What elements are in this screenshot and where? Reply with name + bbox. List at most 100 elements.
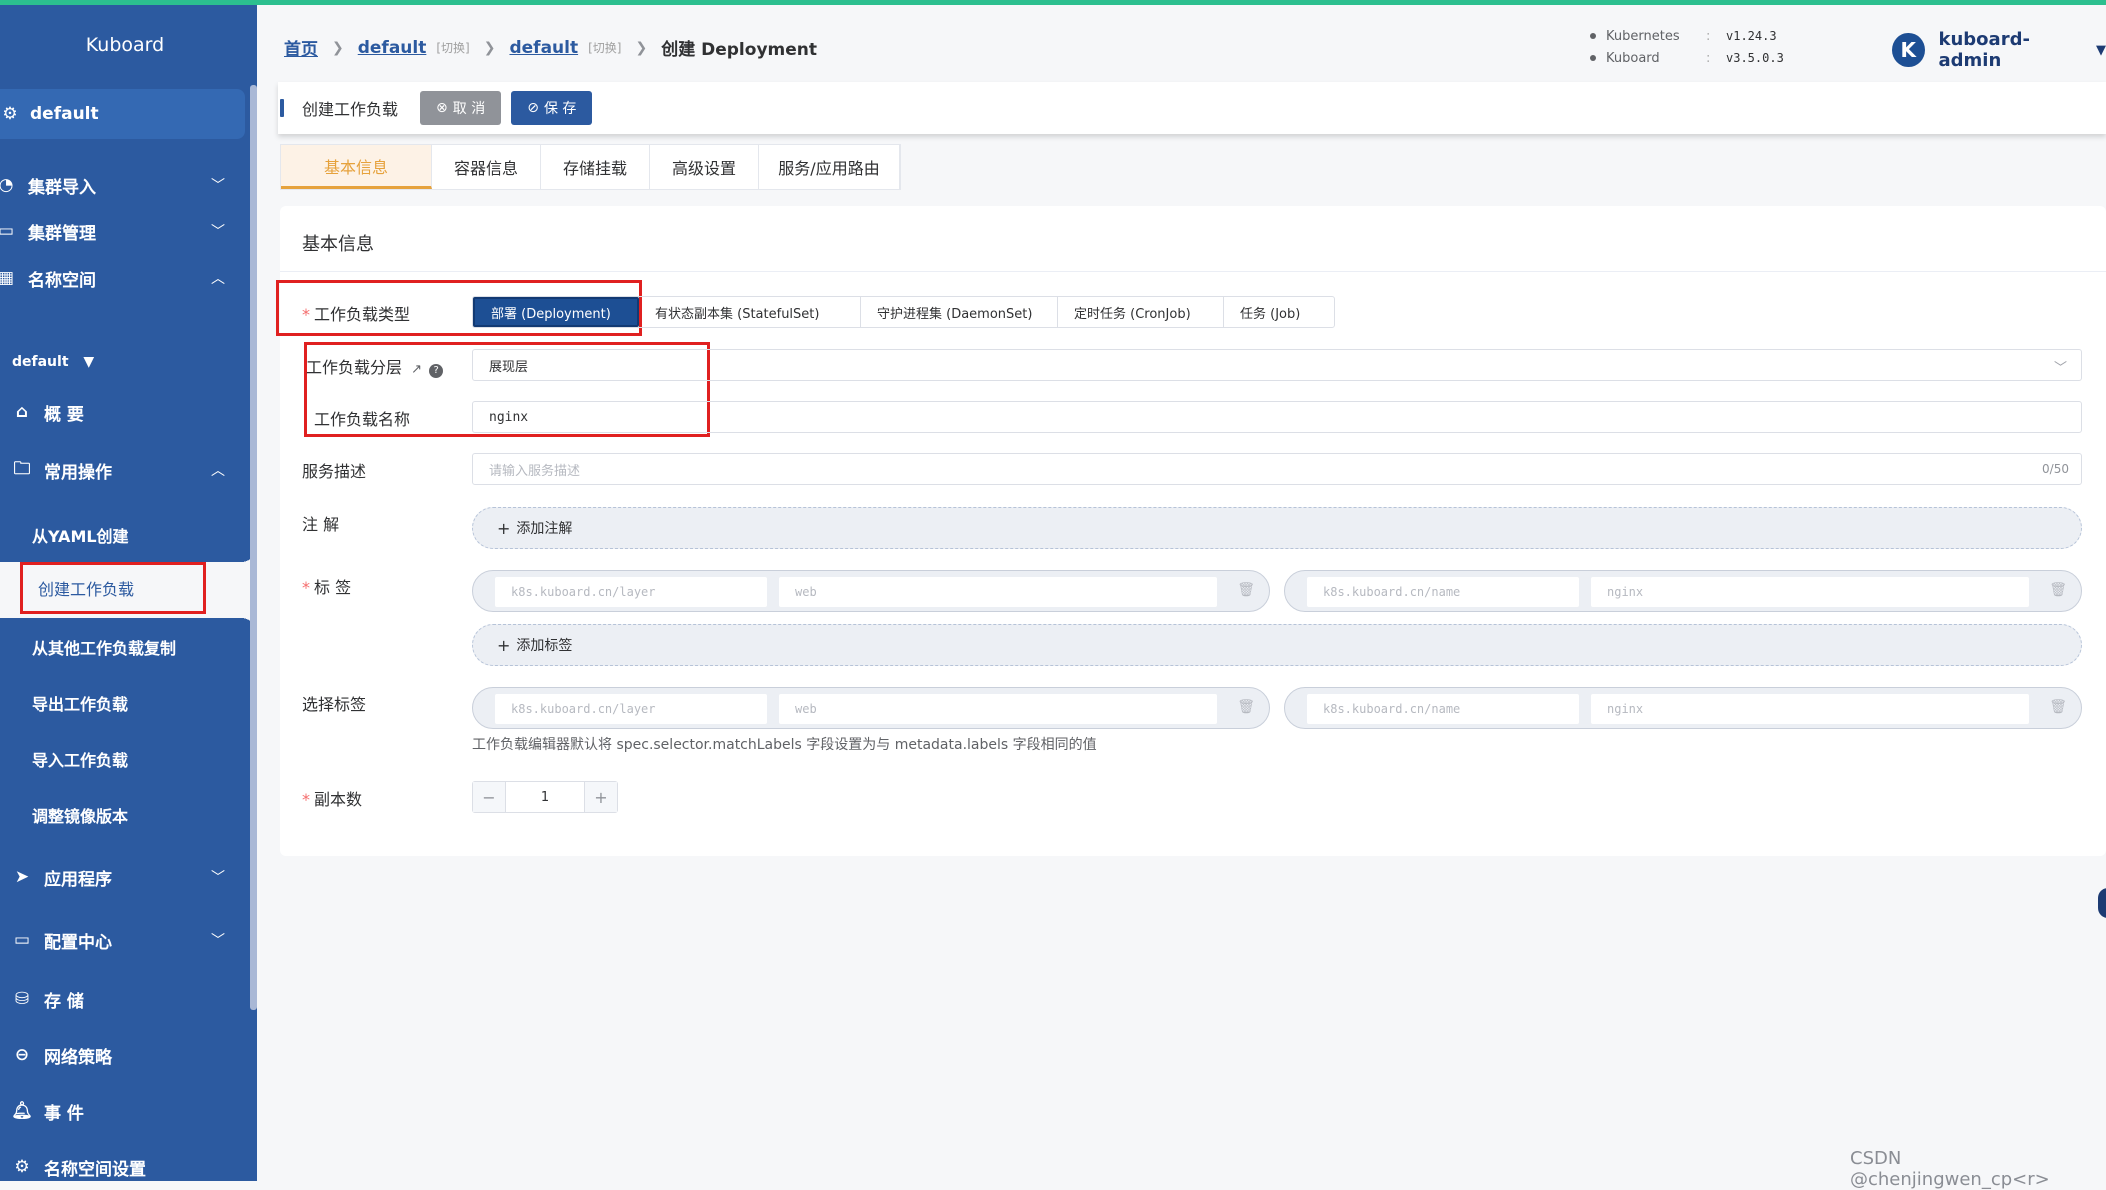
chevron-down-icon: ﹀ (211, 870, 225, 886)
trash-icon[interactable]: 🗑︎ (2049, 582, 2067, 598)
sidebar-sub-from-yaml[interactable]: 从YAML创建 (32, 515, 129, 555)
replicas-label: * 副本数 (302, 786, 362, 810)
tab-container-info[interactable]: 容器信息 (432, 145, 541, 189)
trash-icon[interactable]: 🗑︎ (2049, 699, 2067, 715)
sidebar-sub-adjust-image[interactable]: 调整镜像版本 (32, 795, 128, 835)
breadcrumb-cluster[interactable]: default (358, 38, 427, 58)
breadcrumb-current: 创建 Deployment (661, 40, 817, 60)
basic-info-card: 基本信息 * 工作负载类型 部署 (Deployment) 有状态副本集 (Sta… (276, 206, 2106, 856)
sidebar-scrollbar[interactable] (250, 85, 257, 1010)
watermark: CSDN @chenjingwen_cp<r> (1850, 1148, 2050, 1190)
external-link-icon[interactable]: ↗ (411, 362, 422, 377)
add-label-button[interactable]: + 添加标签 (472, 624, 2082, 666)
name-label: 工作负载名称 (314, 410, 411, 429)
workload-type-job[interactable]: 任务 (Job) (1224, 297, 1334, 327)
avatar: K (1892, 33, 1925, 67)
label-text: 标 签 (314, 578, 352, 597)
trash-icon[interactable]: 🗑︎ (1237, 699, 1255, 715)
sidebar-item-label: 存 储 (44, 991, 84, 1012)
tab-basic-info[interactable]: 基本信息 (281, 145, 432, 189)
version-colon: : (1706, 28, 1711, 44)
sidebar-cluster-label: default (30, 104, 99, 124)
label-text: 工作负载分层 (306, 358, 403, 377)
workload-name-input[interactable]: nginx (472, 401, 2082, 433)
tab-service-route[interactable]: 服务/应用路由 (759, 145, 900, 189)
description-label: 服务描述 (302, 462, 367, 481)
sidebar-item-net-policy[interactable]: ⊖ 网络策略 (0, 1031, 250, 1079)
sidebar-sub-export-workload[interactable]: 导出工作负载 (32, 683, 128, 723)
cluster-switch-link[interactable]: [切换] (436, 39, 469, 56)
bullet-icon (1590, 33, 1596, 39)
selector-hint: 工作负载编辑器默认将 spec.selector.matchLabels 字段设… (472, 737, 1097, 753)
selector-key-input[interactable]: k8s.kuboard.cn/layer (495, 694, 767, 724)
sidebar-item-events[interactable]: 🔔︎ 事 件 (0, 1087, 250, 1135)
namespace-switch-link[interactable]: [切换] (588, 39, 621, 56)
question-circle-icon[interactable]: ? (429, 364, 444, 378)
sidebar-sub-copy-workload[interactable]: 从其他工作负载复制 (32, 627, 176, 667)
description-placeholder: 请输入服务描述 (489, 463, 581, 479)
folder-icon: 🗀 (13, 458, 31, 479)
sidebar-sub-import-workload[interactable]: 导入工作负载 (32, 739, 128, 779)
label-value-input[interactable]: web (779, 577, 1217, 607)
user-menu[interactable]: K kuboard-admin ▼ (1892, 29, 2106, 71)
decrement-button[interactable]: − (473, 782, 505, 812)
tab-storage-mount[interactable]: 存储挂载 (541, 145, 650, 189)
workload-type-daemonset[interactable]: 守护进程集 (DaemonSet) (861, 297, 1058, 327)
save-button[interactable]: ⊘ 保 存 (511, 91, 593, 125)
floating-help-button[interactable] (2098, 888, 2106, 918)
version-info: Kubernetes : v1.24.3 Kuboard : v3.5.0.3 (1590, 25, 1784, 69)
workload-type-deployment[interactable]: 部署 (Deployment) (473, 297, 639, 327)
namespace-icon: ▦ (0, 268, 15, 288)
sidebar-item-cluster-manage[interactable]: ▭ 集群管理 ﹀ (0, 207, 250, 255)
replicas-input[interactable]: 1 (505, 782, 585, 812)
label-key-input[interactable]: k8s.kuboard.cn/name (1307, 577, 1579, 607)
cancel-circle-icon: ⊗ (436, 100, 448, 116)
add-annotation-label: 添加注解 (516, 521, 573, 537)
trash-icon[interactable]: 🗑︎ (1237, 582, 1255, 598)
sidebar-item-namespace[interactable]: ▦ 名称空间 ︿ (0, 254, 250, 302)
selector-value-input[interactable]: nginx (1591, 694, 2029, 724)
tab-advanced-settings[interactable]: 高级设置 (650, 145, 759, 189)
namespace-select[interactable]: default ▼ (12, 354, 94, 370)
sidebar-item-cluster-import[interactable]: ◔ 集群导入 ﹀ (0, 161, 250, 209)
cluster-icon: ▭ (0, 221, 15, 241)
layer-select[interactable]: 展现层 ﹀ (472, 349, 2082, 381)
sidebar-sub-create-workload[interactable]: 创建工作负载 (20, 562, 206, 614)
sidebar-cluster-default[interactable]: ⚙ default (0, 89, 245, 139)
sidebar-item-config-center[interactable]: ▭ 配置中心 ﹀ (0, 916, 250, 964)
version-label: Kuboard (1606, 50, 1660, 66)
version-value: v3.5.0.3 (1726, 51, 1784, 65)
workload-type-statefulset[interactable]: 有状态副本集 (StatefulSet) (639, 297, 861, 327)
add-annotation-button[interactable]: + 添加注解 (472, 507, 2082, 549)
selector-pair: k8s.kuboard.cn/name nginx 🗑︎ (1284, 687, 2082, 729)
label-value-input[interactable]: nginx (1591, 577, 2029, 607)
sidebar-item-common-ops[interactable]: 🗀 常用操作 ︿ (0, 446, 250, 494)
sidebar-item-label: 网络策略 (44, 1047, 112, 1068)
chevron-right-icon: ❯ (483, 39, 496, 56)
selector-key-input[interactable]: k8s.kuboard.cn/name (1307, 694, 1579, 724)
kuboard-version: Kuboard : v3.5.0.3 (1590, 47, 1784, 69)
description-input[interactable]: 请输入服务描述 0/50 (472, 453, 2082, 485)
sidebar-item-overview[interactable]: ⌂ 概 要 (0, 388, 250, 436)
label-pair: k8s.kuboard.cn/layer web 🗑︎ (472, 570, 1270, 612)
workload-name-value: nginx (489, 409, 529, 425)
selector-value-input[interactable]: web (779, 694, 1217, 724)
workload-type-cronjob[interactable]: 定时任务 (CronJob) (1058, 297, 1224, 327)
sidebar-item-ns-settings[interactable]: ⚙ 名称空间设置 (0, 1143, 250, 1181)
workload-type-selector: 部署 (Deployment) 有状态副本集 (StatefulSet) 守护进… (472, 296, 1335, 328)
brand-logo-text[interactable]: Kuboard (0, 5, 250, 85)
cancel-button[interactable]: ⊗ 取 消 (420, 91, 502, 125)
label-key-input[interactable]: k8s.kuboard.cn/layer (495, 577, 767, 607)
namespace-select-value: default (12, 354, 69, 370)
increment-button[interactable]: + (585, 782, 617, 812)
chevron-right-icon: ❯ (332, 39, 344, 56)
sidebar-item-storage[interactable]: ⛁ 存 储 (0, 975, 250, 1023)
breadcrumb-home[interactable]: 首页 (284, 35, 318, 60)
sidebar-item-apps[interactable]: ➤ 应用程序 ﹀ (0, 853, 250, 901)
sidebar-item-label: 集群导入 (28, 177, 96, 198)
description-counter: 0/50 (2042, 462, 2069, 476)
selector-pair: k8s.kuboard.cn/layer web 🗑︎ (472, 687, 1270, 729)
save-button-label: 保 存 (543, 101, 577, 117)
breadcrumb-namespace[interactable]: default (509, 38, 578, 58)
sidebar-item-label: 名称空间 (28, 270, 96, 291)
